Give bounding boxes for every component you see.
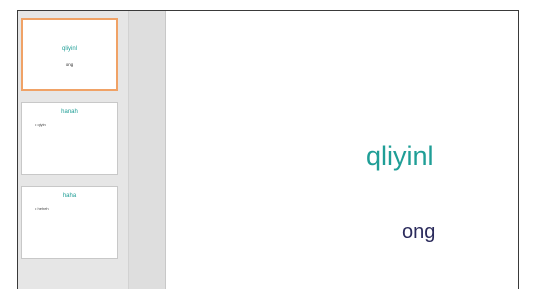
slide-thumbnail-subtitle: ong xyxy=(65,62,74,67)
slide-thumbnail-bullet: qiyin xyxy=(35,122,46,127)
slide-thumbnail-3[interactable]: haha heheh xyxy=(21,186,118,259)
presentation-window: qliyinl ong hanah qiyin haha heheh xyxy=(17,10,519,289)
slide-thumbnail-title: qliyinl xyxy=(61,46,77,52)
slide-editing-area[interactable] xyxy=(166,11,518,289)
slide-thumbnail-title: hanah xyxy=(61,109,78,115)
slide-thumbnail-2[interactable]: hanah qiyin xyxy=(21,102,118,175)
slide-thumbnail-1[interactable]: qliyinl ong xyxy=(21,18,118,91)
slide-thumbnail-title: haha xyxy=(62,193,77,199)
slide-thumbnail-pane[interactable]: qliyinl ong hanah qiyin haha heheh xyxy=(18,11,128,289)
slide-subtitle-text[interactable]: ong xyxy=(402,220,435,244)
pane-splitter[interactable] xyxy=(128,11,166,289)
slide-title-text[interactable]: qliyinl xyxy=(366,140,434,172)
slide-thumbnail-bullet: heheh xyxy=(35,206,49,211)
